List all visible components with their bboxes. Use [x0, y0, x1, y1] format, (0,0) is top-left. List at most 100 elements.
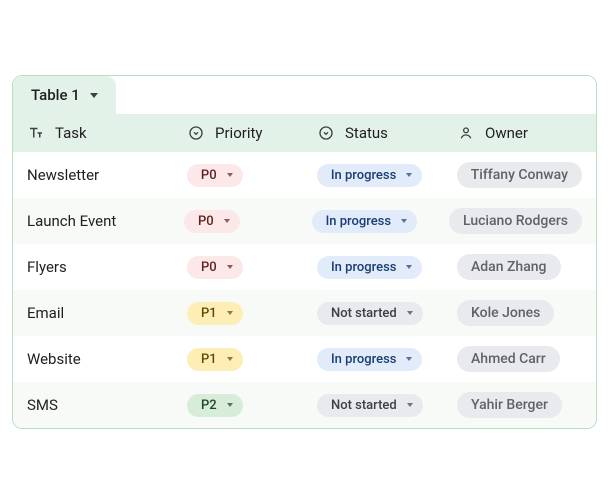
status-pill[interactable]: In progress	[317, 164, 422, 187]
status-label: Not started	[331, 398, 397, 413]
priority-pill[interactable]: P0	[187, 256, 243, 279]
status-pill[interactable]: In progress	[317, 256, 422, 279]
task-table: Table 1 Task Priority Status O	[12, 75, 597, 429]
col-header-status[interactable]: Status	[317, 124, 457, 142]
owner-name: Tiffany Conway	[471, 167, 568, 183]
cell-priority: P2	[187, 394, 317, 417]
table-row: SMS P2 Not started Yahir Berger	[13, 382, 596, 428]
chevron-down-icon	[401, 219, 407, 223]
cell-status: In progress	[317, 164, 457, 187]
cell-status: Not started	[317, 394, 457, 417]
table-body: Newsletter P0 In progress Tiffany Conway Lau…	[13, 152, 596, 428]
status-pill[interactable]: Not started	[317, 302, 423, 325]
cell-priority: P0	[187, 256, 317, 279]
priority-pill[interactable]: P1	[187, 348, 243, 371]
task-name: SMS	[27, 396, 58, 414]
cell-owner: Yahir Berger	[457, 392, 582, 418]
table-row: Website P1 In progress Ahmed Carr	[13, 336, 596, 382]
table-header: Task Priority Status Owner	[13, 114, 596, 152]
cell-owner: Adan Zhang	[457, 254, 582, 280]
col-header-label: Task	[55, 124, 87, 142]
owner-pill[interactable]: Tiffany Conway	[457, 162, 582, 188]
tab-table1[interactable]: Table 1	[13, 76, 116, 114]
status-label: In progress	[331, 260, 396, 275]
status-label: In progress	[326, 214, 391, 229]
owner-name: Kole Jones	[471, 305, 540, 321]
cell-priority: P1	[187, 348, 317, 371]
priority-pill[interactable]: P1	[187, 302, 243, 325]
owner-pill[interactable]: Kole Jones	[457, 300, 554, 326]
owner-name: Luciano Rodgers	[463, 213, 568, 229]
priority-pill[interactable]: P0	[184, 210, 240, 233]
task-name: Website	[27, 350, 81, 368]
col-header-owner[interactable]: Owner	[457, 124, 582, 142]
table-row: Newsletter P0 In progress Tiffany Conway	[13, 152, 596, 198]
chevron-down-icon	[90, 93, 98, 98]
table-row: Flyers P0 In progress Adan Zhang	[13, 244, 596, 290]
priority-pill[interactable]: P2	[187, 394, 243, 417]
chevron-down-icon	[227, 403, 233, 407]
tab-label: Table 1	[31, 86, 80, 104]
cell-status: Not started	[317, 302, 457, 325]
owner-name: Yahir Berger	[471, 397, 548, 413]
col-header-label: Priority	[215, 124, 262, 142]
chevron-down-icon	[227, 311, 233, 315]
chevron-down-icon	[407, 403, 413, 407]
owner-pill[interactable]: Yahir Berger	[457, 392, 562, 418]
cell-priority: P1	[187, 302, 317, 325]
col-header-priority[interactable]: Priority	[187, 124, 317, 142]
chevron-down-icon	[227, 173, 233, 177]
priority-label: P1	[201, 306, 217, 321]
status-pill[interactable]: Not started	[317, 394, 423, 417]
status-pill[interactable]: In progress	[312, 210, 417, 233]
chevron-down-icon	[406, 357, 412, 361]
chevron-down-icon	[227, 265, 233, 269]
cell-priority: P0	[184, 210, 312, 233]
cell-owner: Kole Jones	[457, 300, 582, 326]
chevron-down-icon	[227, 357, 233, 361]
chevron-down-icon	[406, 173, 412, 177]
priority-label: P0	[201, 168, 217, 183]
status-label: Not started	[331, 306, 397, 321]
priority-label: P0	[198, 214, 214, 229]
chevron-down-icon	[406, 265, 412, 269]
cell-status: In progress	[317, 348, 457, 371]
cell-priority: P0	[187, 164, 317, 187]
col-header-label: Status	[345, 124, 388, 142]
task-name: Launch Event	[27, 212, 116, 230]
status-label: In progress	[331, 168, 396, 183]
status-pill[interactable]: In progress	[317, 348, 422, 371]
table-row: Launch Event P0 In progress Luciano Rodgers	[13, 198, 596, 244]
tab-bar: Table 1	[13, 76, 596, 114]
cell-owner: Tiffany Conway	[457, 162, 582, 188]
cell-task: SMS	[27, 396, 187, 414]
table-row: Email P1 Not started Kole Jones	[13, 290, 596, 336]
col-header-label: Owner	[485, 124, 528, 142]
chevron-down-icon	[224, 219, 230, 223]
owner-pill[interactable]: Ahmed Carr	[457, 346, 560, 372]
cell-status: In progress	[317, 256, 457, 279]
priority-label: P0	[201, 260, 217, 275]
cell-task: Launch Event	[27, 212, 184, 230]
cell-task: Flyers	[27, 258, 187, 276]
dropdown-circle-icon	[187, 124, 205, 142]
col-header-task[interactable]: Task	[27, 124, 187, 142]
dropdown-circle-icon	[317, 124, 335, 142]
task-name: Newsletter	[27, 166, 99, 184]
cell-status: In progress	[312, 210, 449, 233]
cell-task: Email	[27, 304, 187, 322]
cell-owner: Luciano Rodgers	[449, 208, 582, 234]
status-label: In progress	[331, 352, 396, 367]
priority-pill[interactable]: P0	[187, 164, 243, 187]
text-icon	[27, 124, 45, 142]
priority-label: P2	[201, 398, 217, 413]
person-icon	[457, 124, 475, 142]
owner-pill[interactable]: Luciano Rodgers	[449, 208, 582, 234]
owner-pill[interactable]: Adan Zhang	[457, 254, 561, 280]
task-name: Email	[27, 304, 64, 322]
priority-label: P1	[201, 352, 217, 367]
task-name: Flyers	[27, 258, 67, 276]
owner-name: Ahmed Carr	[471, 351, 546, 367]
cell-task: Newsletter	[27, 166, 187, 184]
chevron-down-icon	[407, 311, 413, 315]
